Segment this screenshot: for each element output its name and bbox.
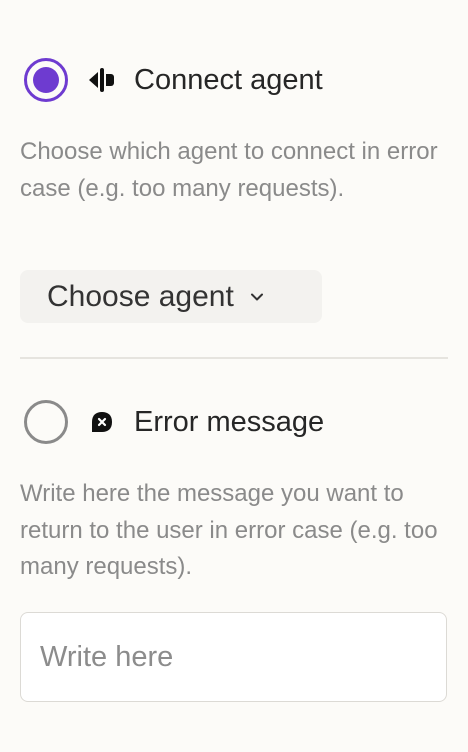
- choose-agent-dropdown[interactable]: Choose agent: [20, 270, 322, 323]
- connect-agent-label: Connect agent: [134, 63, 323, 96]
- error-message-label: Error message: [134, 405, 325, 438]
- error-message-icon: [88, 408, 116, 436]
- option-connect-agent[interactable]: Connect agent: [24, 58, 323, 102]
- error-message-description: Write here the message you want to retur…: [20, 480, 438, 580]
- chevron-down-icon: [250, 290, 264, 304]
- section-divider: [20, 357, 448, 359]
- connect-agent-description: Choose which agent to connect in error c…: [20, 138, 438, 202]
- error-message-input[interactable]: [20, 612, 447, 702]
- agent-connect-icon: [88, 66, 116, 94]
- choose-agent-label: Choose agent: [47, 279, 234, 313]
- radio-selected-dot: [33, 67, 59, 93]
- option-error-message[interactable]: Error message: [24, 400, 324, 444]
- connect-agent-radio[interactable]: [24, 58, 68, 102]
- error-message-radio[interactable]: [24, 400, 68, 444]
